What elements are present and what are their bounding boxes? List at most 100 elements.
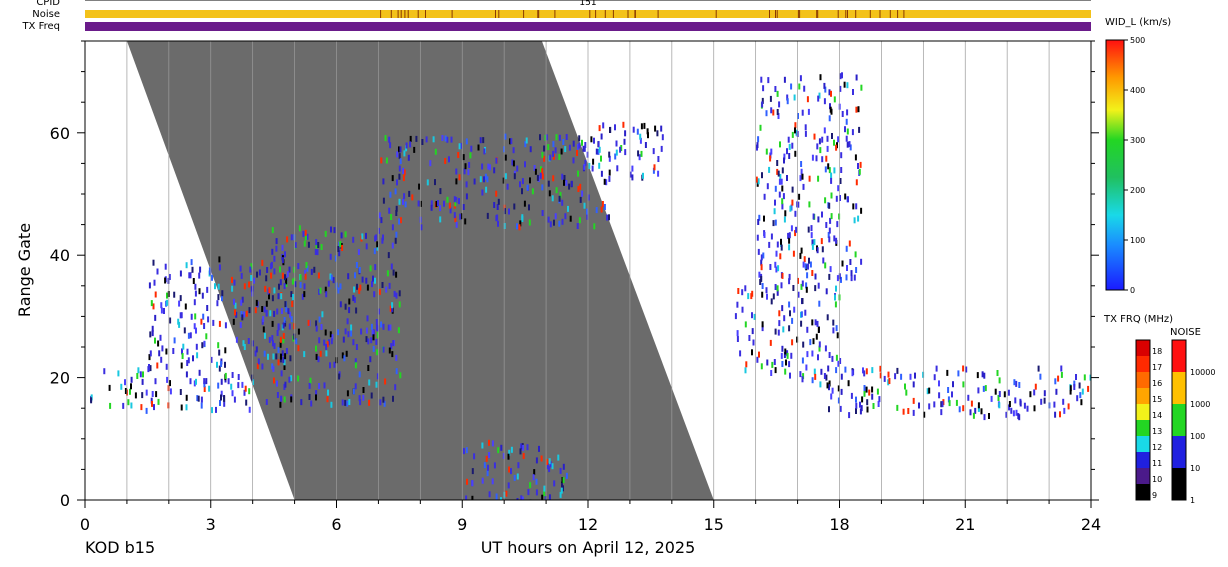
echo-cell <box>370 392 373 399</box>
echo-cell <box>806 351 809 358</box>
echo-cell <box>654 125 657 132</box>
echo-cell <box>887 371 890 378</box>
echo-cell <box>624 149 627 156</box>
echo-cell <box>778 310 781 317</box>
echo-cell <box>564 146 567 153</box>
echo-cell <box>543 485 546 492</box>
echo-cell <box>187 332 190 339</box>
echo-cell <box>183 327 186 334</box>
echo-cell <box>398 290 401 297</box>
velocity-colorbar-tick-label: 500 <box>1130 36 1145 45</box>
noise-tick <box>797 10 799 18</box>
echo-cell <box>239 265 242 272</box>
noise-tick <box>903 10 905 18</box>
x-axis-ticks: 0 3 6 9 12 15 18 21 24 <box>80 500 1101 534</box>
echo-cell <box>837 136 840 143</box>
echo-cell <box>1023 402 1026 409</box>
echo-cell <box>825 288 828 295</box>
echo-cell <box>1055 388 1058 395</box>
txfreq-tick-label: 13 <box>1152 427 1162 436</box>
echo-cell <box>808 175 811 182</box>
echo-cell <box>807 226 810 233</box>
echo-cell <box>781 272 784 279</box>
echo-cell <box>794 210 797 217</box>
echo-cell <box>781 198 784 205</box>
echo-cell <box>127 399 130 406</box>
echo-cell <box>325 291 328 298</box>
echo-cell <box>230 383 233 390</box>
echo-cell <box>833 235 836 242</box>
echo-cell <box>536 174 539 181</box>
echo-cell <box>173 291 176 298</box>
echo-cell <box>333 227 336 234</box>
echo-cell <box>833 167 836 174</box>
echo-cell <box>789 205 792 212</box>
echo-cell <box>154 378 157 385</box>
echo-cell <box>855 408 857 414</box>
echo-cell <box>600 155 602 162</box>
echo-cell <box>1067 403 1070 410</box>
echo-cell <box>149 350 152 357</box>
echo-cell <box>561 499 564 500</box>
echo-cell <box>352 295 355 302</box>
txfreq-swatch <box>1136 340 1150 356</box>
echo-cell <box>450 136 453 143</box>
echo-cell <box>185 404 188 411</box>
echo-cell <box>366 284 369 291</box>
noise-tick-label: 1 <box>1190 496 1195 505</box>
echo-cell <box>365 232 367 239</box>
echo-cell <box>792 285 795 291</box>
echo-cell <box>465 193 468 200</box>
echo-cell <box>347 273 350 280</box>
echo-cell <box>446 196 449 203</box>
echo-cell <box>366 315 369 322</box>
echo-cell <box>794 127 796 134</box>
echo-cell <box>817 95 820 102</box>
echo-cell <box>481 163 484 170</box>
echo-cell <box>593 137 595 144</box>
echo-cell <box>861 396 864 403</box>
echo-cell <box>763 232 766 238</box>
echo-cell <box>374 277 376 284</box>
echo-cell <box>810 232 813 239</box>
echo-cell <box>290 396 293 403</box>
noise-tick <box>595 10 597 18</box>
echo-cell <box>216 300 219 307</box>
noise-tick <box>897 10 899 18</box>
echo-cell <box>358 267 361 273</box>
echo-cell <box>276 330 279 336</box>
echo-cell <box>601 201 604 207</box>
echo-cell <box>297 375 300 382</box>
echo-cell <box>241 314 244 321</box>
echo-cell <box>828 202 831 209</box>
echo-cell <box>325 350 328 357</box>
echo-cell <box>218 256 221 263</box>
noise-tick <box>407 10 409 18</box>
echo-cell <box>470 145 473 152</box>
echo-cell <box>806 96 809 103</box>
echo-cell <box>103 368 106 375</box>
echo-cell <box>240 299 243 306</box>
txfreq-tick-label: 12 <box>1152 443 1162 452</box>
echo-cell <box>608 175 611 182</box>
echo-cell <box>370 323 373 330</box>
echo-cell <box>817 282 820 289</box>
x-tick-label: 21 <box>955 515 975 534</box>
echo-cell <box>344 303 347 310</box>
echo-cell <box>806 272 809 279</box>
echo-cell <box>283 283 286 290</box>
echo-cell <box>578 142 581 149</box>
echo-cell <box>1012 410 1015 417</box>
echo-cell <box>165 363 168 370</box>
txfreq-strip <box>85 22 1091 31</box>
echo-cell <box>871 367 874 374</box>
echo-cell <box>315 320 318 327</box>
echo-cell <box>122 402 125 409</box>
echo-cell <box>957 370 960 377</box>
echo-cell <box>940 409 943 416</box>
echo-cell <box>513 474 516 481</box>
noise-colorbar-swatches: 1 10 100 1000 10000 <box>1171 339 1215 505</box>
echo-cell <box>195 327 197 334</box>
echo-cell <box>261 363 264 370</box>
echo-cell <box>814 273 817 280</box>
